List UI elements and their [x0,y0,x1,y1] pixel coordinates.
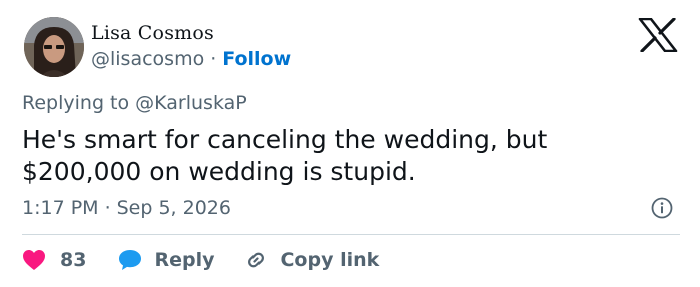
action-bar: 83 Reply Copy link [22,246,379,274]
tweet-time: 1:17 PM [22,197,99,219]
author-avatar[interactable] [24,17,84,77]
follow-button[interactable]: Follow [222,48,291,70]
timestamp-separator: · [104,197,111,219]
copy-link-label: Copy link [280,249,380,271]
speech-bubble-icon [119,250,142,270]
author-line: @lisacosmo · Follow [91,48,291,70]
tweet-text-line-2: $200,000 on wedding is stupid. [22,157,416,186]
author-handle[interactable]: @lisacosmo [91,48,204,70]
copy-link-button[interactable]: Copy link [244,248,379,272]
avatar-photo [24,17,84,77]
replying-to[interactable]: Replying to @KarluskaP [22,92,247,114]
reply-label: Reply [154,249,215,271]
heart-icon [23,250,45,270]
handle-separator: · [210,48,217,70]
tweet-text-line-1: He's smart for canceling the wedding, bu… [22,125,548,154]
link-icon [248,252,265,268]
tweet-text: He's smart for canceling the wedding, bu… [22,124,662,188]
like-button[interactable]: 83 [22,249,86,271]
tweet-date: Sep 5, 2026 [116,197,231,219]
divider [22,234,680,235]
timestamp[interactable]: 1:17 PM · Sep 5, 2026 [22,197,231,219]
author-name[interactable]: Lisa Cosmos [91,22,214,44]
info-icon[interactable] [651,197,673,219]
reply-button[interactable]: Reply [118,249,214,271]
x-logo-icon[interactable] [638,18,678,52]
like-count: 83 [60,249,87,271]
